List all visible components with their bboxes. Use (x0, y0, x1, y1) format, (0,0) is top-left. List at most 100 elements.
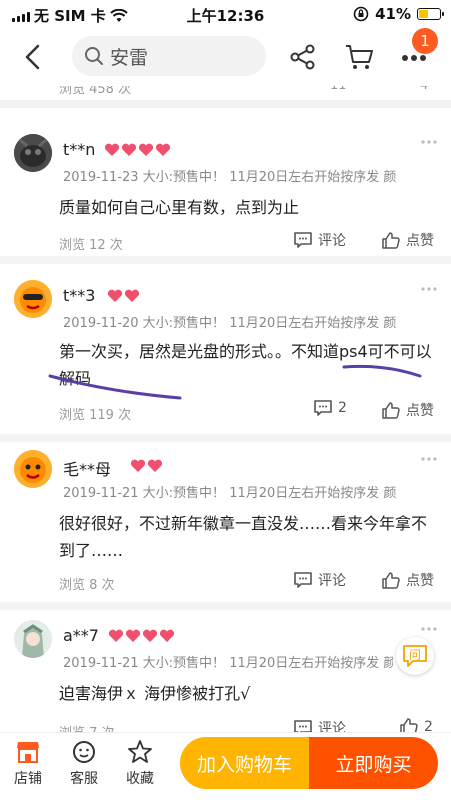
bottom-action-bar: 店铺 客服 收藏 加入购物车 立即购买 (0, 732, 451, 800)
views-count: 浏览 8 次 (59, 578, 115, 593)
level-hearts (107, 289, 140, 303)
comment-count[interactable]: 11 (330, 86, 347, 93)
heart-icon (104, 143, 120, 156)
comment-button[interactable]: 评论 (294, 230, 346, 250)
service-tab[interactable]: 客服 (59, 739, 109, 788)
review-meta: 2019-11-21 大小:预售中！ 11月20日左右开始按序发 颜 (63, 486, 397, 501)
add-to-cart-button[interactable]: 加入购物车 (180, 737, 309, 789)
views-count: 浏览 119 次 (59, 408, 132, 423)
more-options-icon[interactable] (421, 627, 437, 631)
partial-review-row: 浏览 458 次 11 4 (0, 86, 451, 100)
divider (0, 434, 451, 442)
header: 安雷 1 (0, 28, 451, 86)
level-hearts (104, 143, 171, 157)
status-bar: 无 SIM 卡 上午12:36 41% (0, 0, 451, 28)
heart-icon (124, 289, 140, 302)
heart-icon (125, 629, 141, 642)
review-content: 质量如何自己心里有数，点到为止 (59, 198, 300, 217)
username[interactable]: t**n (63, 140, 95, 159)
review-meta: 2019-11-20 大小:预售中！ 11月20日左右开始按序发 颜 (63, 316, 397, 331)
divider (0, 100, 451, 108)
more-options-icon[interactable] (421, 457, 437, 461)
review-item: t**3 2019-11-20 大小:预售中！ 11月20日左右开始按序发 颜 … (0, 264, 451, 434)
avatar[interactable] (14, 280, 52, 318)
more-options-icon[interactable] (421, 140, 437, 144)
username[interactable]: a**7 (63, 626, 99, 645)
avatar[interactable] (14, 134, 52, 172)
avatar[interactable] (14, 620, 52, 658)
like-button[interactable]: 2 (400, 718, 433, 732)
level-hearts (108, 629, 175, 643)
heart-icon (159, 629, 175, 642)
divider (0, 602, 451, 610)
rotation-lock-icon (353, 6, 369, 22)
heart-icon (147, 459, 163, 472)
battery-percent: 41% (375, 5, 411, 23)
like-button[interactable]: 点赞 (382, 400, 434, 420)
review-item: 毛**母 2019-11-21 大小:预售中！ 11月20日左右开始按序发 颜 … (0, 442, 451, 602)
service-label: 客服 (70, 771, 98, 787)
like-label: 点赞 (406, 233, 434, 249)
thumbs-up-icon (382, 401, 400, 419)
favorite-tab[interactable]: 收藏 (115, 739, 165, 788)
avatar[interactable] (14, 450, 52, 488)
views-count: 浏览 458 次 (59, 86, 132, 97)
heart-icon (138, 143, 154, 156)
heart-icon (121, 143, 137, 156)
battery-icon (417, 8, 444, 20)
comment-button[interactable]: 评论 (294, 570, 346, 590)
like-label: 点赞 (406, 573, 434, 589)
like-button[interactable]: 点赞 (382, 570, 434, 590)
level-hearts (130, 459, 163, 473)
review-item: a**7 2019-11-21 大小:预售中！ 11月20日左右开始按序发 颜 … (0, 610, 451, 732)
review-meta: 2019-11-21 大小:预售中！ 11月20日左右开始按序发 颜 (63, 656, 393, 671)
store-tab[interactable]: 店铺 (3, 739, 53, 788)
views-count: 浏览 7 次 (59, 722, 115, 732)
comment-button[interactable]: 评论 (294, 718, 346, 732)
customer-service-icon (73, 741, 95, 763)
store-icon (17, 742, 39, 763)
search-text: 安雷 (110, 46, 149, 69)
comment-icon (314, 400, 332, 416)
heart-icon (142, 629, 158, 642)
username[interactable]: 毛**母 (63, 456, 111, 480)
star-icon (128, 740, 152, 763)
comment-icon (294, 572, 312, 588)
share-icon[interactable] (290, 44, 316, 70)
comment-label: 评论 (318, 573, 346, 589)
review-feed: 浏览 458 次 11 4 t**n 2019-11-23 大小:预售中！ 11… (0, 86, 451, 732)
comment-button[interactable]: 2 (314, 400, 347, 416)
comment-icon (294, 720, 312, 732)
comment-count: 2 (338, 400, 347, 416)
like-button[interactable]: 点赞 (382, 230, 434, 250)
heart-icon (108, 629, 124, 642)
review-item: t**n 2019-11-23 大小:预售中！ 11月20日左右开始按序发 颜 … (0, 108, 451, 256)
review-meta: 2019-11-23 大小:预售中！ 11月20日左右开始按序发 颜 (63, 170, 397, 185)
review-content: 迫害海伊ｘ 海伊惨被打孔√ (59, 684, 251, 703)
cart-icon[interactable] (344, 42, 374, 72)
heart-icon (155, 143, 171, 156)
like-label: 点赞 (406, 403, 434, 419)
more-icon[interactable] (401, 54, 427, 62)
thumbs-up-icon (400, 718, 418, 732)
like-count[interactable]: 4 (420, 86, 428, 93)
like-count: 2 (424, 718, 433, 733)
search-icon (85, 47, 103, 65)
buy-now-button[interactable]: 立即购买 (309, 737, 438, 789)
username[interactable]: t**3 (63, 286, 95, 305)
ask-label: 问 (408, 648, 421, 662)
thumbs-up-icon (382, 571, 400, 589)
comment-label: 评论 (318, 233, 346, 249)
heart-icon (107, 289, 123, 302)
comment-icon (294, 232, 312, 248)
divider (0, 256, 451, 264)
favorite-label: 收藏 (126, 771, 154, 787)
thumbs-up-icon (382, 231, 400, 249)
ask-button[interactable]: 问 (396, 637, 434, 675)
views-count: 浏览 12 次 (59, 238, 123, 253)
review-content: 很好很好，不过新年徽章一直没发……看来今年拿不到了…… (59, 514, 428, 560)
more-options-icon[interactable] (421, 287, 437, 291)
notification-badge: 1 (412, 28, 438, 54)
search-input[interactable]: 安雷 (72, 36, 266, 76)
back-icon[interactable] (22, 43, 46, 71)
